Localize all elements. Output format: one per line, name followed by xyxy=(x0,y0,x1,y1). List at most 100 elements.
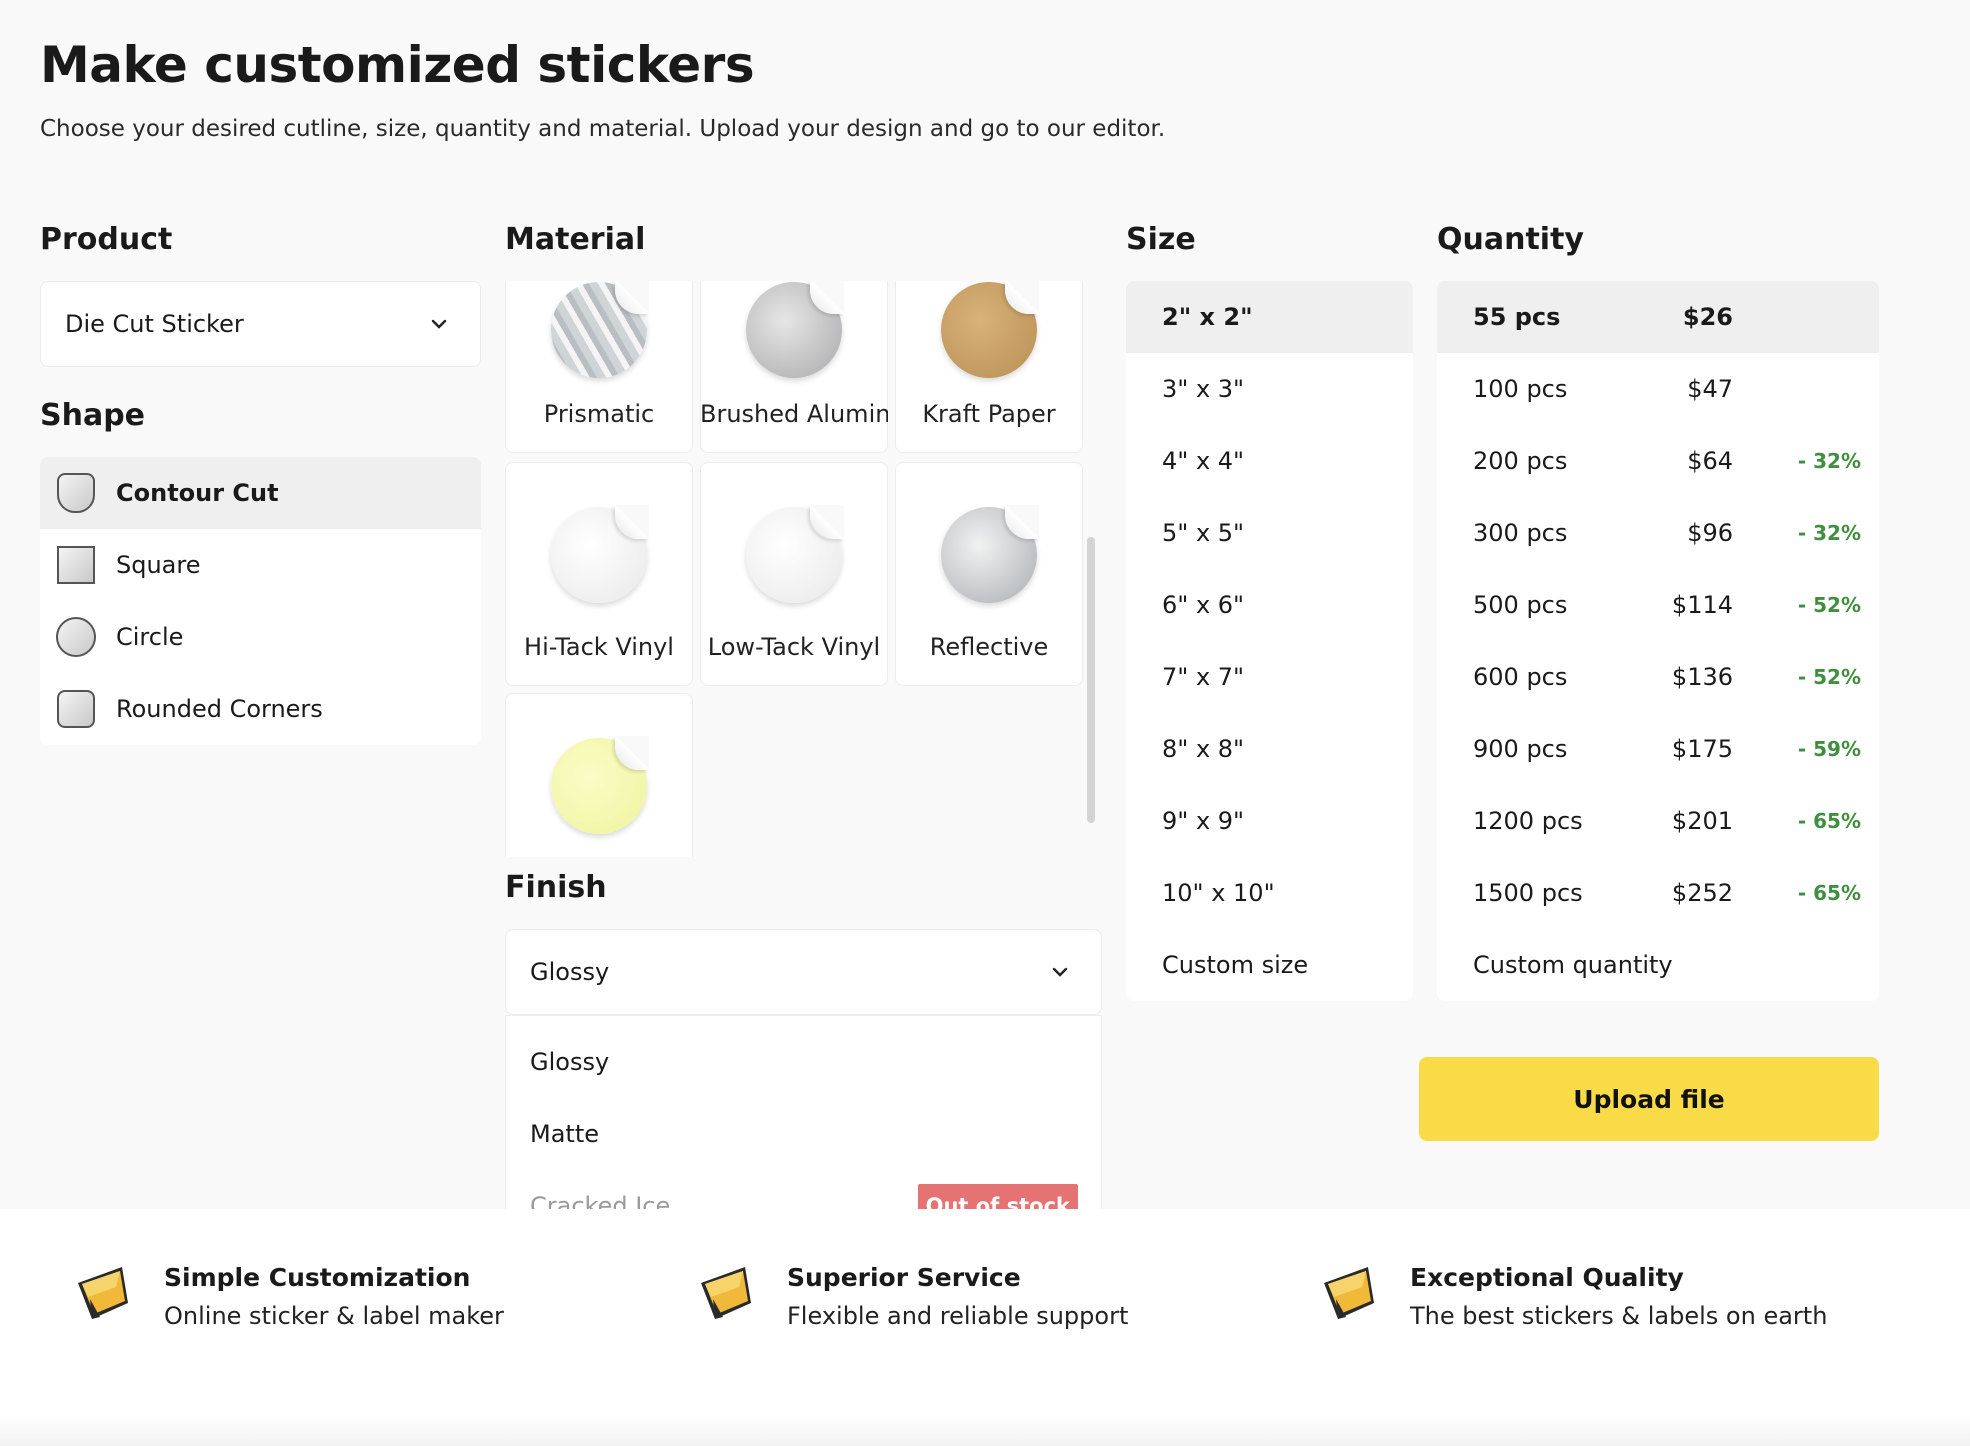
discount-label: - 65% xyxy=(1797,881,1861,905)
hi-tack-vinyl-sticker-icon xyxy=(551,505,649,603)
yellow-sticker-icon xyxy=(551,736,649,834)
feature-desc: The best stickers & labels on earth xyxy=(1410,1302,1828,1330)
quantity-option[interactable]: 1500 pcs $252 - 65% xyxy=(1437,857,1879,929)
shape-label: Contour Cut xyxy=(116,479,279,507)
material-option-yellow[interactable] xyxy=(505,693,693,857)
material-option-prismatic[interactable]: Prismatic xyxy=(505,281,693,453)
features-footer: Simple Customization Online sticker & la… xyxy=(0,1209,1970,1446)
sticker-pencil-icon xyxy=(1324,1267,1374,1319)
shape-label: Circle xyxy=(116,623,184,651)
shape-option-rounded-corners[interactable]: Rounded Corners xyxy=(40,673,481,745)
finish-dropdown[interactable]: Glossy xyxy=(505,929,1102,1015)
size-option[interactable]: 4" x 4" xyxy=(1126,425,1413,497)
feature-simple-customization: Simple Customization Online sticker & la… xyxy=(70,1259,504,1330)
size-option[interactable]: 8" x 8" xyxy=(1126,713,1413,785)
material-option-low-tack-vinyl[interactable]: Low-Tack Vinyl xyxy=(700,462,888,686)
shape-option-circle[interactable]: Circle xyxy=(40,601,481,673)
quantity-pcs: 55 pcs xyxy=(1473,303,1561,331)
quantity-option[interactable]: 55 pcs $26 xyxy=(1437,281,1879,353)
material-grid[interactable]: Prismatic Brushed Aluminum Kraft Paper H… xyxy=(505,281,1085,857)
low-tack-vinyl-sticker-icon xyxy=(746,505,844,603)
upload-file-button[interactable]: Upload file xyxy=(1419,1057,1879,1141)
finish-option-glossy[interactable]: Glossy xyxy=(506,1026,1101,1098)
chevron-down-icon xyxy=(428,313,450,335)
quantity-option[interactable]: 300 pcs $96 - 32% xyxy=(1437,497,1879,569)
feature-desc: Online sticker & label maker xyxy=(164,1302,504,1330)
material-heading: Material xyxy=(505,222,646,257)
size-option[interactable]: 5" x 5" xyxy=(1126,497,1413,569)
quantity-price: $252 xyxy=(1671,879,1733,907)
quantity-pcs: 1500 pcs xyxy=(1473,879,1583,907)
quantity-pcs: 900 pcs xyxy=(1473,735,1568,763)
size-option-custom[interactable]: Custom size xyxy=(1126,929,1413,1001)
square-icon xyxy=(56,545,96,585)
size-option[interactable]: 7" x 7" xyxy=(1126,641,1413,713)
quantity-pcs: 200 pcs xyxy=(1473,447,1568,475)
quantity-pcs: Custom quantity xyxy=(1473,951,1673,979)
finish-options-menu: Glossy Matte Cracked Ice Out of stock xyxy=(505,1015,1102,1233)
finish-selected-value: Glossy xyxy=(530,958,610,986)
footer-fade xyxy=(0,1416,1970,1446)
quantity-price: $96 xyxy=(1687,519,1733,547)
material-option-brushed-aluminum[interactable]: Brushed Aluminum xyxy=(700,281,888,453)
kraft-paper-sticker-icon xyxy=(941,281,1039,378)
quantity-price: $47 xyxy=(1687,375,1733,403)
material-label: Prismatic xyxy=(543,400,655,428)
page-title: Make customized stickers xyxy=(40,36,755,94)
quantity-option[interactable]: 600 pcs $136 - 52% xyxy=(1437,641,1879,713)
shape-option-square[interactable]: Square xyxy=(40,529,481,601)
material-scrollbar[interactable] xyxy=(1087,537,1095,823)
quantity-price: $175 xyxy=(1671,735,1733,763)
feature-title: Simple Customization xyxy=(164,1263,471,1292)
size-option[interactable]: 6" x 6" xyxy=(1126,569,1413,641)
material-label: Brushed Aluminum xyxy=(700,400,888,428)
size-option[interactable]: 10" x 10" xyxy=(1126,857,1413,929)
size-option[interactable]: 9" x 9" xyxy=(1126,785,1413,857)
quantity-pcs: 300 pcs xyxy=(1473,519,1568,547)
quantity-option-custom[interactable]: Custom quantity xyxy=(1437,929,1879,1001)
quantity-pcs: 600 pcs xyxy=(1473,663,1568,691)
discount-label: - 59% xyxy=(1797,737,1861,761)
finish-heading: Finish xyxy=(505,870,607,905)
material-option-hi-tack-vinyl[interactable]: Hi-Tack Vinyl xyxy=(505,462,693,686)
material-label: Reflective xyxy=(929,633,1049,661)
discount-label: - 52% xyxy=(1797,665,1861,689)
feature-exceptional-quality: Exceptional Quality The best stickers & … xyxy=(1316,1259,1827,1330)
feature-superior-service: Superior Service Flexible and reliable s… xyxy=(693,1259,1128,1330)
material-option-reflective[interactable]: Reflective xyxy=(895,462,1083,686)
size-option[interactable]: 3" x 3" xyxy=(1126,353,1413,425)
quantity-price: $201 xyxy=(1671,807,1733,835)
sticker-pencil-icon xyxy=(78,1267,128,1319)
quantity-price: $136 xyxy=(1671,663,1733,691)
shape-list: Contour Cut Square Circle Rounded Corner… xyxy=(40,457,481,745)
finish-option-label: Glossy xyxy=(530,1048,610,1076)
circle-icon xyxy=(56,617,96,657)
finish-option-matte[interactable]: Matte xyxy=(506,1098,1101,1170)
quantity-pcs: 500 pcs xyxy=(1473,591,1568,619)
chevron-down-icon xyxy=(1049,961,1071,983)
quantity-option[interactable]: 500 pcs $114 - 52% xyxy=(1437,569,1879,641)
quantity-option[interactable]: 100 pcs $47 xyxy=(1437,353,1879,425)
contour-cut-icon xyxy=(56,473,96,513)
quantity-option[interactable]: 900 pcs $175 - 59% xyxy=(1437,713,1879,785)
shape-option-contour-cut[interactable]: Contour Cut xyxy=(40,457,481,529)
product-dropdown[interactable]: Die Cut Sticker xyxy=(40,281,481,367)
quantity-price: $64 xyxy=(1687,447,1733,475)
feature-title: Superior Service xyxy=(787,1263,1021,1292)
quantity-price: $26 xyxy=(1682,303,1733,331)
shape-label: Square xyxy=(116,551,201,579)
quantity-heading: Quantity xyxy=(1437,222,1584,257)
discount-label: - 52% xyxy=(1797,593,1861,617)
size-option[interactable]: 2" x 2" xyxy=(1126,281,1413,353)
size-list: 2" x 2" 3" x 3" 4" x 4" 5" x 5" 6" x 6" … xyxy=(1126,281,1413,1001)
quantity-pcs: 100 pcs xyxy=(1473,375,1568,403)
material-option-kraft-paper[interactable]: Kraft Paper xyxy=(895,281,1083,453)
page-subtitle: Choose your desired cutline, size, quant… xyxy=(40,116,1166,142)
quantity-option[interactable]: 1200 pcs $201 - 65% xyxy=(1437,785,1879,857)
product-heading: Product xyxy=(40,222,173,257)
material-label: Low-Tack Vinyl xyxy=(707,633,881,661)
shape-heading: Shape xyxy=(40,398,146,433)
quantity-price: $114 xyxy=(1671,591,1733,619)
quantity-option[interactable]: 200 pcs $64 - 32% xyxy=(1437,425,1879,497)
sticker-pencil-icon xyxy=(701,1267,751,1319)
